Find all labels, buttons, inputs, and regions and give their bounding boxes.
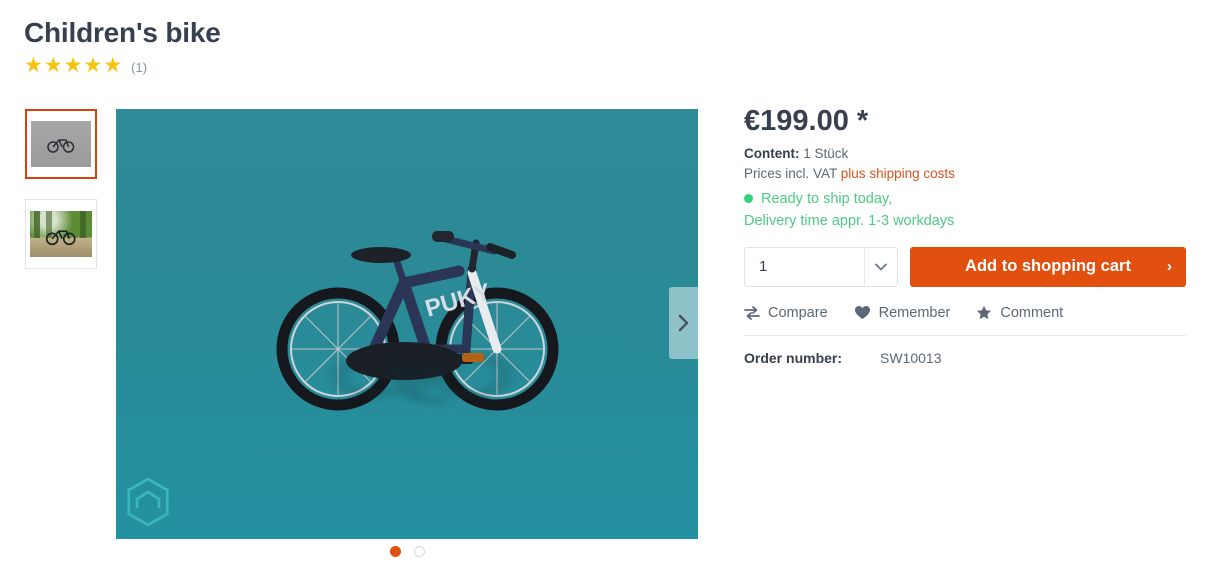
content-label: Content: <box>744 145 800 161</box>
order-number-label: Order number: <box>744 349 843 366</box>
carousel-dot-1[interactable] <box>389 546 401 557</box>
product-price: €199.00 * <box>744 105 869 137</box>
product-actions: Compare Remember Comment <box>744 305 1186 321</box>
page-title: Children's bike <box>24 17 221 48</box>
availability-text: Ready to ship today, <box>761 190 893 207</box>
chevron-down-icon <box>864 247 897 286</box>
chevron-right-icon <box>678 314 689 332</box>
content-line: Content: 1 Stück <box>744 146 1186 161</box>
compare-action[interactable]: Compare <box>744 305 828 321</box>
heart-icon <box>854 306 870 320</box>
order-number-row: Order number: SW10013 <box>744 350 1186 366</box>
bike-glyph-icon <box>47 139 75 153</box>
compare-label: Compare <box>768 304 828 321</box>
order-number-value: SW10013 <box>880 349 942 366</box>
star-icon: ★ <box>63 54 83 77</box>
thumbnail-list <box>25 109 97 289</box>
remember-action[interactable]: Remember <box>854 304 951 321</box>
star-rating[interactable]: ★ ★ ★ ★ ★ <box>24 55 122 76</box>
shipping-costs-link[interactable]: plus shipping costs <box>841 166 955 181</box>
thumbnail-studio-bike-image <box>31 121 91 167</box>
star-icon <box>977 306 992 320</box>
thumbnail-forest-bike[interactable] <box>25 199 97 269</box>
comment-label: Comment <box>1000 304 1064 321</box>
comment-action[interactable]: Comment <box>976 305 1063 321</box>
carousel-dots <box>116 546 698 557</box>
quantity-select[interactable]: 1 <box>744 246 898 287</box>
rating-count: (1) <box>131 59 148 75</box>
availability-row: Ready to ship today, <box>744 191 1186 207</box>
product-image-stage[interactable]: PUKY <box>116 109 698 539</box>
delivery-time-text: Delivery time appr. 1-3 workdays <box>744 212 955 229</box>
hexagon-logo-icon <box>127 477 169 527</box>
chevron-right-icon: › <box>1167 258 1172 276</box>
vat-line: Prices incl. VAT plus shipping costs <box>744 166 1186 181</box>
buy-box: €199.00 * Content: 1 Stück Prices incl. … <box>744 105 1186 366</box>
buy-row: 1 Add to shopping cart › <box>744 246 1186 287</box>
thumbnail-forest-bike-image <box>30 211 92 257</box>
compare-arrows-icon <box>744 305 760 320</box>
remember-label: Remember <box>878 304 951 321</box>
rating-row[interactable]: ★ ★ ★ ★ ★ (1) <box>24 55 147 76</box>
add-to-cart-button[interactable]: Add to shopping cart › <box>910 246 1186 287</box>
bike-glyph-icon <box>45 230 76 246</box>
content-value: 1 Stück <box>803 145 849 161</box>
star-icon: ★ <box>83 54 103 77</box>
star-icon: ★ <box>43 54 63 77</box>
add-to-cart-label: Add to shopping cart <box>965 257 1131 276</box>
carousel-dot-2[interactable] <box>413 546 425 557</box>
thumbnail-studio-bike[interactable] <box>25 109 97 179</box>
next-image-button[interactable] <box>669 287 698 359</box>
product-image-reflection <box>334 354 510 405</box>
vat-text: Prices incl. VAT <box>744 165 838 181</box>
availability-dot-icon <box>744 194 753 204</box>
star-icon: ★ <box>24 54 43 77</box>
product-detail-page: Children's bike ★ ★ ★ ★ ★ (1) PUKY €199.… <box>0 0 1208 572</box>
quantity-value: 1 <box>759 258 768 276</box>
star-icon: ★ <box>103 54 123 77</box>
section-divider <box>744 334 1186 336</box>
